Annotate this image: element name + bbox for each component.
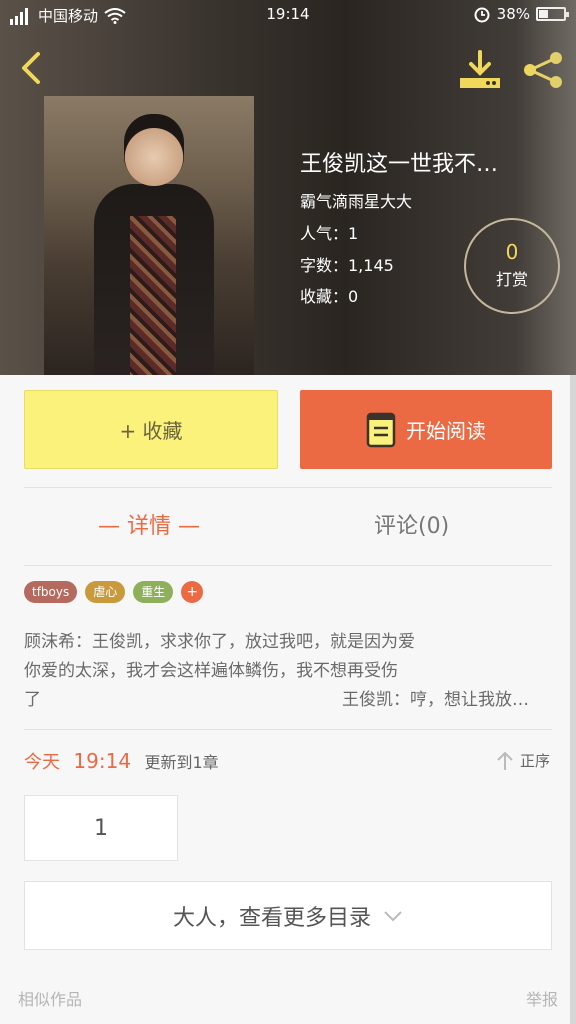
more-catalog-button[interactable]: 大人，查看更多目录 (24, 881, 552, 950)
cover-figure-shirt (130, 216, 176, 375)
description-line: 你爱的太深，我才会这样遍体鳞伤，我不想再受伤 (24, 661, 398, 681)
start-reading-button[interactable]: 开始阅读 (300, 390, 552, 469)
chevron-down-icon (384, 910, 402, 921)
book-popularity: 人气：1 (300, 224, 359, 243)
description-line: 了 (24, 690, 41, 710)
tab-comment[interactable]: 评论(0) (374, 508, 449, 540)
sort-order-label: 正序 (519, 752, 550, 770)
book-description: 顾沫希：王俊凯，求求你了，放过我吧，就是因为爱 你爱的太深，我才会这样遍体鳞伤，… (24, 628, 544, 715)
status-bar: 中国移动 19:14 38% (0, 0, 576, 30)
book-author: 霸气滴雨星大大 (300, 192, 413, 211)
back-button[interactable] (14, 46, 54, 90)
scrollbar[interactable] (570, 375, 576, 1024)
report-link[interactable]: 举报 (526, 986, 558, 1010)
status-right: 38% (473, 5, 569, 23)
similar-works-label: 相似作品 (18, 990, 83, 1009)
battery-fill (539, 10, 549, 18)
cover-figure-head (124, 114, 184, 186)
tag-list: tfboys 虐心 重生 + (24, 581, 204, 603)
divider (24, 729, 552, 730)
divider (24, 565, 552, 566)
book-title: 王俊凯这一世我不… (300, 152, 499, 177)
chapter-item[interactable]: 1 (24, 795, 178, 861)
book-icon (366, 412, 396, 447)
book-word-count: 字数：1,145 (300, 256, 394, 275)
download-button[interactable] (456, 48, 504, 92)
battery-percent: 38% (496, 5, 530, 23)
book-favorites: 收藏：0 (300, 287, 359, 306)
start-reading-label: 开始阅读 (406, 419, 486, 443)
share-button[interactable] (520, 48, 566, 92)
add-tag-button[interactable]: + (181, 581, 204, 603)
battery-icon (536, 7, 569, 21)
tag-nuexin[interactable]: 虐心 (85, 581, 126, 603)
tip-button[interactable]: 0 打赏 (464, 218, 560, 314)
tip-label: 打赏 (495, 270, 528, 289)
book-header: 中国移动 19:14 38% 王俊凯这一世我不… 霸气滴雨星大大 人气：1 字数… (0, 0, 576, 375)
more-catalog-label: 大人，查看更多目录 (172, 905, 371, 931)
update-time: 19:14 (73, 749, 132, 773)
download-icon (460, 50, 500, 88)
chevron-left-icon (22, 52, 40, 84)
sort-order-button[interactable]: 正序 (496, 750, 550, 771)
update-text: 更新到1章 (144, 753, 219, 772)
book-cover[interactable] (44, 96, 254, 375)
update-row: 今天 19:14 更新到1章 正序 (24, 748, 552, 774)
divider (24, 487, 552, 488)
favorite-button-label: + 收藏 (119, 419, 183, 443)
tip-count: 0 (505, 240, 519, 264)
arrow-up-icon (497, 751, 513, 770)
chapter-number: 1 (94, 815, 108, 841)
description-last-row: 了 王俊凯：哼，想让我放… (24, 686, 529, 715)
description-line: 顾沫希：王俊凯，求求你了，放过我吧，就是因为爱 (24, 632, 415, 652)
tag-chongsheng[interactable]: 重生 (133, 581, 174, 603)
share-icon (524, 52, 562, 88)
tab-detail[interactable]: — 详情 — (98, 508, 200, 540)
favorite-button[interactable]: + 收藏 (24, 390, 278, 469)
tag-tfboys[interactable]: tfboys (24, 581, 78, 603)
description-line: 王俊凯：哼，想让我放… (342, 690, 529, 710)
update-day: 今天 (24, 752, 60, 773)
alarm-icon (474, 7, 490, 23)
